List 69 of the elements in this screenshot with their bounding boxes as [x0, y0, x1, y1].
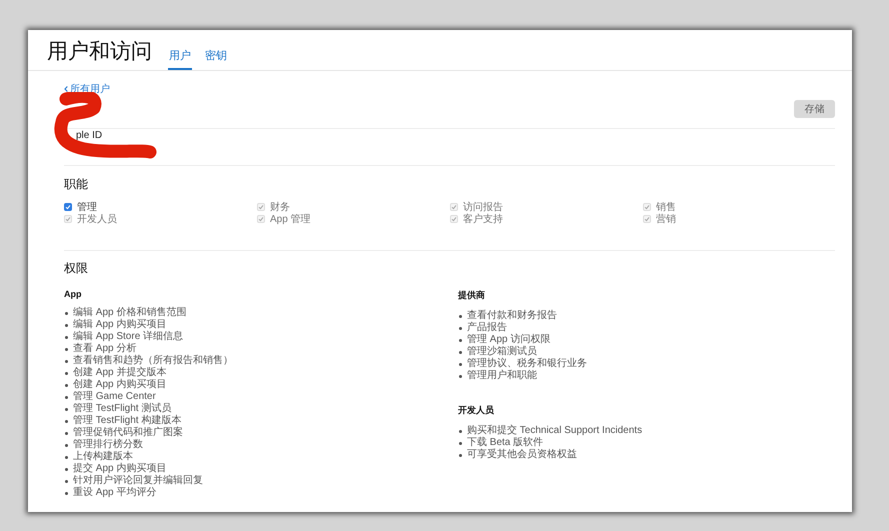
permission-item: 购买和提交 Technical Support Incidents — [467, 425, 642, 436]
bullet-icon — [459, 362, 462, 366]
bullet-icon — [65, 312, 68, 314]
group-heading: 提供商 — [458, 289, 486, 302]
permission-item: 管理促销代码和推广图案 — [73, 427, 183, 438]
bullet-icon — [65, 336, 68, 338]
permission-item: 提交 App 内购买项目 — [73, 463, 166, 474]
chevron-left-icon — [64, 86, 68, 92]
permission-item: 管理用户和职能 — [467, 370, 537, 382]
bullet-icon — [65, 408, 68, 410]
section-heading: 职能 — [64, 176, 89, 193]
bullet-icon — [65, 348, 68, 350]
bullet-icon — [65, 360, 68, 362]
permission-item: 针对用户评论回复并编辑回复 — [73, 475, 203, 486]
tab[interactable]: 用户 — [168, 48, 192, 70]
bullet-icon — [459, 350, 462, 354]
bullet-icon — [65, 396, 68, 398]
bullet-icon — [65, 372, 68, 374]
bullet-icon — [459, 338, 462, 342]
bullet-icon — [65, 444, 68, 446]
bullet-icon — [459, 442, 462, 444]
bullet-icon — [65, 324, 68, 326]
permission-item: 管理 TestFlight 构建版本 — [73, 415, 182, 426]
checkbox-label: 营销 — [656, 212, 676, 226]
permission-item: 下载 Beta 版软件 — [467, 437, 544, 448]
checkbox-label: 财务 — [270, 200, 290, 214]
permission-item: 编辑 App Store 详细信息 — [73, 331, 184, 342]
permission-item: 管理 App 访问权限 — [467, 334, 550, 346]
permission-item: 创建 App 内购买项目 — [73, 379, 166, 391]
page-title: 用户和访问 — [47, 40, 152, 64]
permission-item: 编辑 App 价格和销售范围 — [73, 307, 186, 318]
group-heading: 开发人员 — [458, 404, 495, 417]
checkbox-label: 客户支持 — [463, 212, 503, 226]
permission-item: 创建 App 并提交版本 — [73, 367, 166, 378]
bullet-icon — [65, 468, 68, 470]
permission-item: 管理 TestFlight 测试员 — [73, 403, 172, 414]
bullet-icon — [65, 492, 68, 494]
permission-item: 编辑 App 内购买项目 — [73, 319, 166, 330]
permission-item: 查看销售和趋势（所有报告和销售） — [73, 355, 233, 366]
permission-item: 可享受其他会员资格权益 — [467, 449, 577, 461]
checkbox-label: 访问报告 — [463, 200, 503, 214]
permission-item: 查看付款和财务报告 — [467, 310, 557, 322]
bullet-icon — [65, 480, 68, 482]
bullet-icon — [459, 454, 462, 456]
checkbox-label: App 管理 — [270, 213, 311, 226]
checkbox-label: 开发人员 — [77, 213, 117, 226]
section-heading: 权限 — [64, 260, 89, 277]
permission-item: 管理 Game Center — [73, 391, 156, 402]
bullet-icon — [65, 432, 68, 434]
bullet-icon — [65, 384, 68, 386]
checkbox[interactable] — [64, 203, 72, 211]
permission-item: 产品报告 — [467, 322, 507, 334]
bullet-icon — [459, 374, 462, 378]
bullet-icon — [459, 430, 462, 432]
bullet-icon — [459, 326, 462, 330]
checkbox-label: 管理 — [77, 201, 97, 214]
permission-item: 管理沙箱测试员 — [467, 346, 537, 358]
permission-item: 管理协议、税务和银行业务 — [467, 358, 587, 370]
group-heading: App — [64, 289, 82, 299]
permission-item: 管理排行榜分数 — [73, 439, 143, 450]
bullet-icon — [65, 456, 68, 458]
bullet-icon — [459, 314, 462, 318]
permission-item: 重设 App 平均评分 — [73, 487, 156, 499]
permission-item: 查看 App 分析 — [73, 343, 136, 354]
bullet-icon — [65, 420, 68, 422]
apple-id-label: ple ID — [76, 130, 102, 141]
tab[interactable]: 密钥 — [204, 48, 228, 70]
checkbox-label: 销售 — [656, 201, 676, 214]
permission-item: 上传构建版本 — [73, 451, 133, 462]
